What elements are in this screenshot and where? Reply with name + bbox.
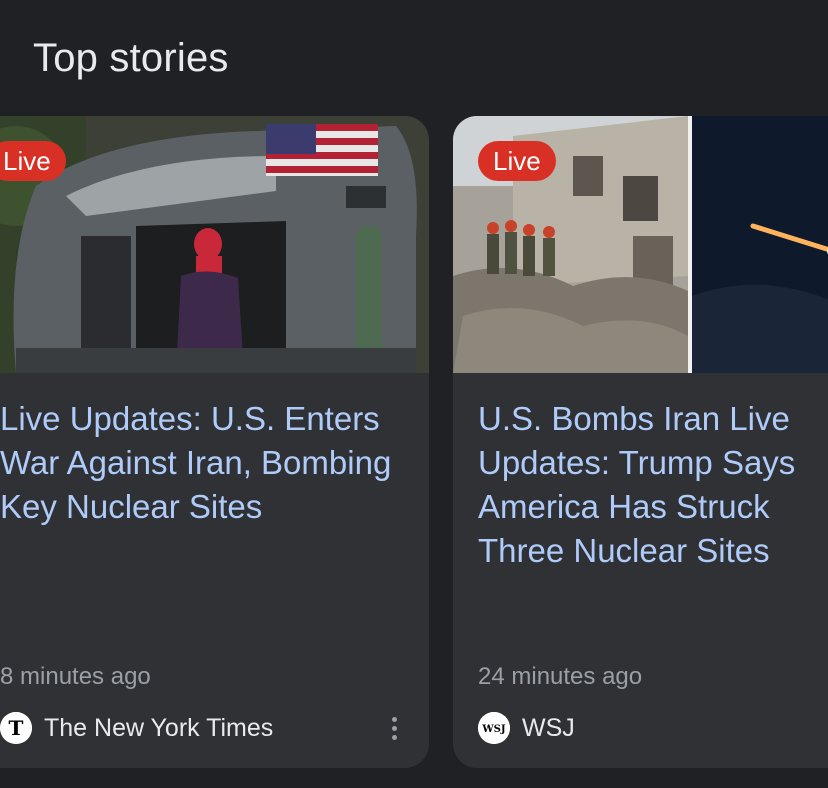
top-stories-carousel[interactable]: Live Live Updates: U.S. Enters War Again… [0, 116, 828, 768]
more-vert-icon[interactable] [376, 710, 412, 746]
live-badge: Live [0, 141, 66, 181]
story-timestamp: 24 minutes ago [478, 663, 643, 690]
story-card[interactable]: Live Live Updates: U.S. Enters War Again… [0, 116, 429, 768]
source-name: The New York Times [44, 714, 274, 742]
story-headline[interactable]: U.S. Bombs Iran Live Updates: Trump Says… [478, 397, 828, 573]
story-source[interactable]: WSJ WSJ [478, 710, 575, 746]
svg-text:WSJ: WSJ [481, 724, 505, 735]
source-name: WSJ [522, 714, 575, 742]
nyt-logo-icon: T [0, 712, 32, 744]
wsj-logo-icon: WSJ [478, 712, 510, 744]
section-title: Top stories [33, 36, 229, 80]
story-headline[interactable]: Live Updates: U.S. Enters War Against Ir… [0, 397, 405, 529]
story-timestamp: 8 minutes ago [0, 663, 151, 690]
story-source[interactable]: T The New York Times [0, 710, 273, 746]
story-card[interactable]: Live U.S. Bombs Iran Live Updates: Trump… [453, 116, 828, 768]
svg-text:T: T [9, 716, 24, 740]
live-badge: Live [478, 141, 556, 181]
